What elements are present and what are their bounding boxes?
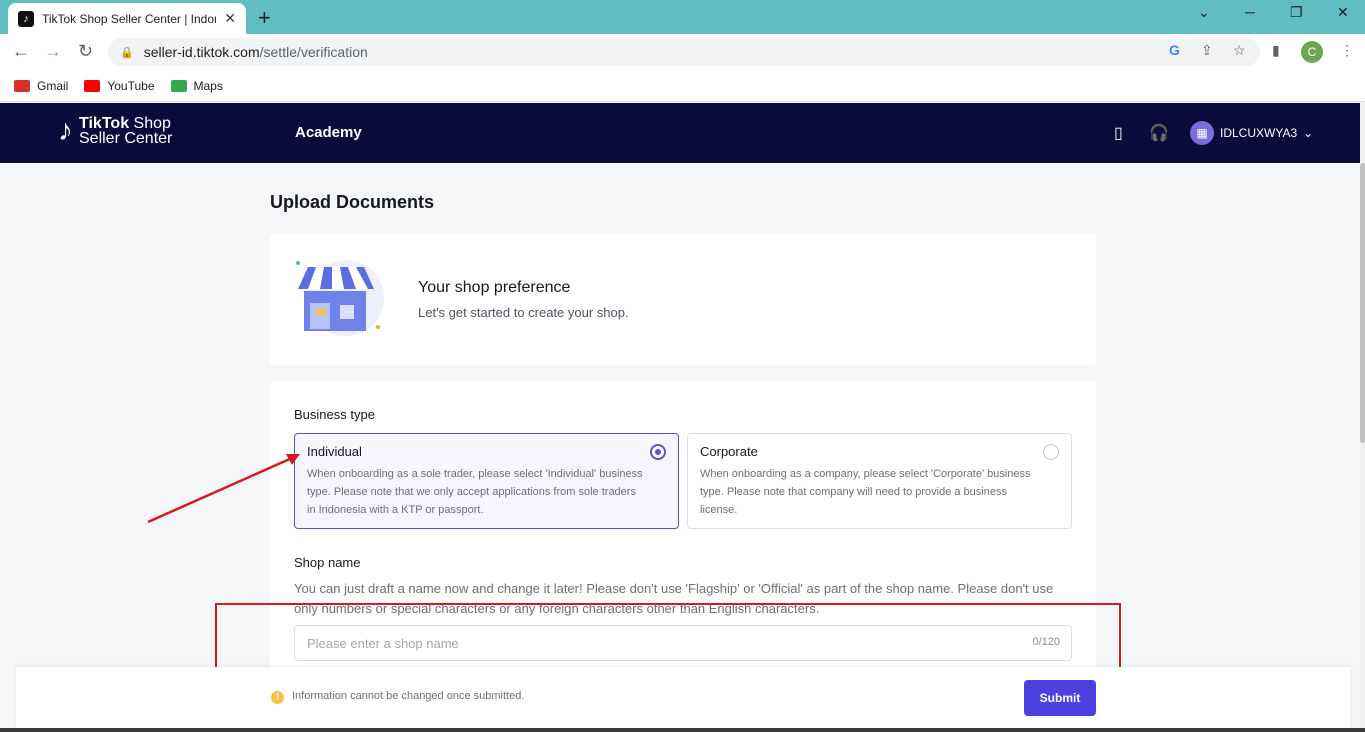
preference-title: Your shop preference xyxy=(418,279,571,296)
individual-description: When onboarding as a sole trader, please… xyxy=(307,468,643,516)
minimize-icon[interactable]: ─ xyxy=(1245,4,1255,20)
bookmark-maps[interactable]: Maps xyxy=(170,79,223,93)
warning-icon: ! xyxy=(271,691,284,704)
bookmark-gmail[interactable]: Gmail xyxy=(14,79,68,93)
chevron-down-icon: ⌄ xyxy=(1303,126,1314,140)
bookmarks-bar: Gmail YouTube Maps xyxy=(0,70,1365,102)
warning-text: Information cannot be changed once submi… xyxy=(292,690,525,702)
bookmark-star-icon[interactable]: ☆ xyxy=(1233,42,1246,59)
taskbar-edge xyxy=(0,728,1365,732)
corporate-radio[interactable] xyxy=(1043,444,1059,460)
page-title: Upload Documents xyxy=(270,192,435,212)
tiktok-shop-logo[interactable]: ♪ TikTok Shop Seller Center xyxy=(58,114,172,147)
menu-kebab-icon[interactable]: ⋮ xyxy=(1340,42,1354,59)
browser-tab[interactable]: ♪ TikTok Shop Seller Center | Indonesia … xyxy=(8,3,246,34)
corporate-description: When onboarding as a company, please sel… xyxy=(700,468,1031,516)
restore-icon[interactable]: ❐ xyxy=(1290,4,1303,21)
forward-icon[interactable]: → xyxy=(44,41,62,62)
business-type-individual[interactable]: Individual When onboarding as a sole tra… xyxy=(294,433,679,529)
new-tab-icon[interactable]: + xyxy=(258,5,271,31)
close-tab-icon[interactable]: ✕ xyxy=(224,10,236,27)
individual-radio[interactable] xyxy=(650,444,666,460)
annotation-highlight-box xyxy=(215,603,1121,674)
shop-name-label: Shop name xyxy=(294,555,361,570)
headset-support-icon[interactable]: 🎧 xyxy=(1149,123,1169,143)
preference-subtitle: Let's get started to create your shop. xyxy=(418,305,629,320)
business-type-corporate[interactable]: Corporate When onboarding as a company, … xyxy=(687,433,1072,529)
academy-link[interactable]: Academy xyxy=(295,124,362,141)
gmail-icon xyxy=(14,79,30,92)
address-bar[interactable]: 🔒 seller-id.tiktok.com/settle/verificati… xyxy=(108,38,1260,66)
maps-icon xyxy=(170,79,187,92)
submit-button[interactable]: Submit xyxy=(1024,680,1096,716)
seller-center-header: ♪ TikTok Shop Seller Center Academy ▯ 🎧 … xyxy=(0,103,1360,163)
tiktok-logo-icon: ♪ xyxy=(58,114,73,147)
google-icon[interactable]: G xyxy=(1169,42,1180,58)
tab-search-icon[interactable]: ⌄ xyxy=(1198,4,1210,21)
mobile-icon[interactable]: ▯ xyxy=(1114,123,1123,143)
tab-title: TikTok Shop Seller Center | Indonesia xyxy=(41,11,216,26)
shop-illustration-icon xyxy=(296,260,384,336)
browser-toolbar: ← → ↻ 🔒 seller-id.tiktok.com/settle/veri… xyxy=(0,34,1365,70)
username: IDLCUXWYA3 xyxy=(1220,126,1298,140)
side-panel-icon[interactable]: ▮ xyxy=(1272,42,1280,59)
scrollbar-thumb[interactable] xyxy=(1360,163,1365,443)
annotation-arrow xyxy=(147,454,300,524)
individual-title: Individual xyxy=(307,444,362,459)
bookmark-youtube[interactable]: YouTube xyxy=(84,79,155,93)
submit-footer: ! Information cannot be changed once sub… xyxy=(16,667,1350,728)
lock-icon: 🔒 xyxy=(120,46,134,59)
business-type-label: Business type xyxy=(294,407,375,422)
youtube-icon xyxy=(84,79,101,92)
shop-preference-card: Your shop preference Let's get started t… xyxy=(270,233,1096,365)
corporate-title: Corporate xyxy=(700,444,758,459)
reload-icon[interactable]: ↻ xyxy=(78,41,93,62)
share-icon[interactable]: ⇪ xyxy=(1201,42,1213,59)
tiktok-favicon-icon: ♪ xyxy=(18,10,34,27)
back-icon[interactable]: ← xyxy=(12,41,30,62)
user-menu[interactable]: ▦ IDLCUXWYA3 ⌄ xyxy=(1190,121,1313,145)
browser-tab-bar: ♪ TikTok Shop Seller Center | Indonesia … xyxy=(0,0,1365,34)
close-window-icon[interactable]: ✕ xyxy=(1337,4,1349,21)
building-avatar-icon: ▦ xyxy=(1190,121,1214,145)
profile-avatar[interactable]: C xyxy=(1301,41,1323,63)
url-text: seller-id.tiktok.com/settle/verification xyxy=(143,44,368,60)
